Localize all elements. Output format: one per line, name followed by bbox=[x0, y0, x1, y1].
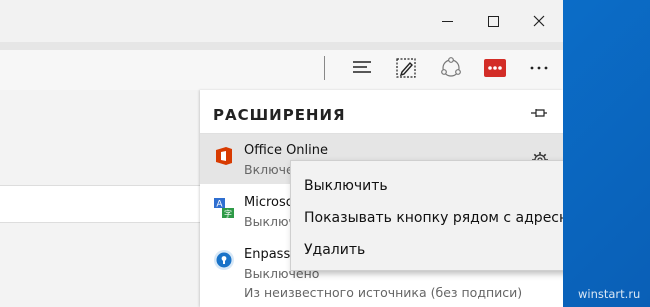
close-button[interactable] bbox=[516, 0, 562, 42]
menu-item-disable[interactable]: Выключить bbox=[304, 178, 388, 194]
close-icon bbox=[533, 15, 545, 27]
lastpass-icon bbox=[484, 59, 506, 77]
svg-text:字: 字 bbox=[224, 209, 232, 219]
share-button[interactable] bbox=[431, 50, 471, 86]
menu-item-show-button[interactable]: Показывать кнопку рядом с адресной строк… bbox=[304, 210, 563, 226]
minimize-button[interactable] bbox=[424, 0, 470, 42]
extension-name: Office Online bbox=[244, 143, 329, 158]
maximize-button[interactable] bbox=[470, 0, 516, 42]
pin-button[interactable] bbox=[527, 102, 551, 124]
extension-status: Включе bbox=[244, 162, 294, 177]
extension-name: Microso bbox=[244, 195, 294, 210]
hub-button[interactable] bbox=[343, 50, 383, 86]
office-icon bbox=[216, 147, 232, 165]
lastpass-button[interactable] bbox=[475, 50, 515, 86]
hub-icon bbox=[353, 61, 371, 73]
maximize-icon bbox=[487, 15, 499, 27]
panel-title: РАСШИРЕНИЯ bbox=[213, 106, 346, 124]
extension-source: Из неизвестного источника (без подписи) bbox=[244, 285, 523, 300]
page-search-field[interactable] bbox=[0, 185, 200, 223]
web-note-button[interactable] bbox=[386, 50, 426, 86]
share-icon bbox=[441, 57, 461, 77]
extension-status: Выключ bbox=[244, 214, 296, 229]
web-note-icon bbox=[396, 58, 416, 78]
translator-icon: A 字 bbox=[214, 198, 234, 219]
more-button[interactable] bbox=[519, 50, 559, 86]
context-menu: Выключить Показывать кнопку рядом с адре… bbox=[290, 160, 563, 271]
minimize-icon bbox=[441, 20, 453, 22]
watermark: winstart.ru bbox=[578, 287, 641, 301]
menu-item-remove[interactable]: Удалить bbox=[304, 242, 365, 258]
browser-window: РАСШИРЕНИЯ Office Online Включе A 字 Micr… bbox=[0, 0, 563, 307]
more-icon bbox=[530, 66, 548, 70]
enpass-icon bbox=[214, 250, 234, 270]
toolbar-separator bbox=[324, 56, 325, 80]
pin-icon bbox=[531, 109, 547, 117]
title-bar bbox=[0, 0, 563, 42]
